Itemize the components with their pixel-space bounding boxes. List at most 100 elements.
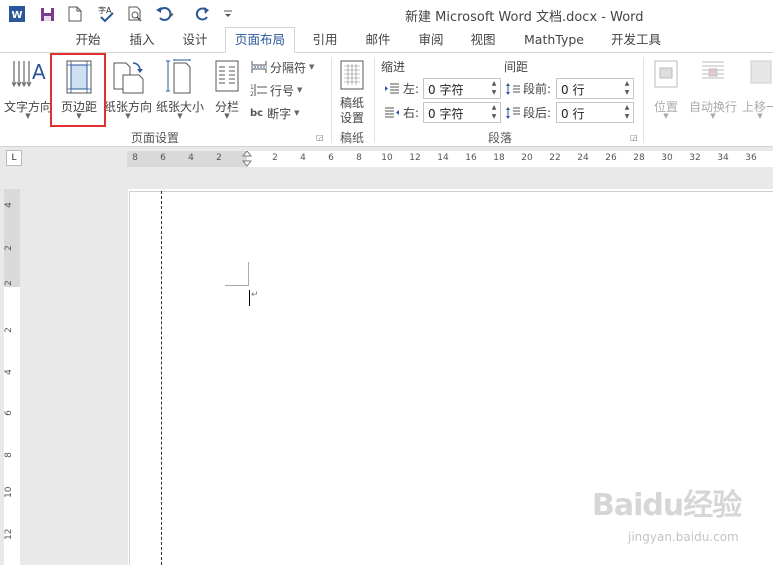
- line-numbers-icon: 12: [250, 84, 267, 97]
- chevron-down-icon: ▼: [294, 109, 300, 117]
- ruler-tick-label: 4: [188, 153, 194, 163]
- tab-developer[interactable]: 开发工具: [603, 28, 669, 52]
- margins-highlight-box: [50, 53, 106, 127]
- save-icon[interactable]: [38, 5, 56, 23]
- tab-page-layout[interactable]: 页面布局: [225, 27, 295, 53]
- ruler-tick-label: 2: [216, 153, 222, 163]
- ruler-tick-label: 14: [437, 153, 449, 163]
- chevron-down-icon: ▼: [297, 86, 303, 94]
- spacing-after-input[interactable]: 0 行 ▲ ▼: [556, 102, 634, 123]
- tab-selector-button[interactable]: L: [6, 150, 22, 166]
- tab-home[interactable]: 开始: [66, 28, 110, 52]
- vruler-tick-label: 2: [4, 280, 14, 286]
- ruler-tick-label: 8: [132, 153, 138, 163]
- text-direction-button[interactable]: A 文字方向 ▼: [4, 57, 52, 127]
- line-numbers-button[interactable]: 12 行号 ▼: [250, 80, 302, 100]
- ruler-tick-label: 4: [300, 153, 306, 163]
- size-button[interactable]: 纸张大小 ▼: [154, 57, 206, 127]
- baidu-watermark-url: jingyan.baidu.com: [628, 530, 739, 544]
- crop-mark: [225, 285, 249, 286]
- indent-right-input[interactable]: 0 字符 ▲ ▼: [423, 102, 501, 123]
- chevron-down-icon: ▼: [757, 112, 763, 120]
- position-button[interactable]: 位置 ▼: [648, 57, 684, 127]
- line-numbers-label: 行号: [270, 83, 295, 98]
- columns-icon: [214, 59, 240, 96]
- redo-icon[interactable]: [194, 5, 212, 23]
- ruler-ticks: [127, 151, 253, 167]
- breaks-label: 分隔符: [270, 60, 307, 75]
- wrap-text-button[interactable]: 自动换行 ▼: [686, 57, 740, 127]
- draft-paper-group-label: 稿纸: [339, 131, 364, 145]
- indent-right-icon: [385, 107, 399, 117]
- ribbon: A 文字方向 ▼ 页边距 ▼ 纸张方向 ▼ 纸张大小 ▼ 分栏 ▼ 分隔符 ▼ …: [0, 53, 773, 147]
- print-preview-icon[interactable]: [126, 5, 144, 23]
- spinner-arrows-icon[interactable]: ▲ ▼: [488, 103, 500, 122]
- spacing-header: 间距: [504, 60, 529, 74]
- hyphenation-button[interactable]: bc 断字 ▼: [250, 103, 300, 123]
- paragraph-mark-icon: ↵: [251, 290, 259, 300]
- spinner-arrows-icon[interactable]: ▲ ▼: [621, 79, 633, 98]
- tab-design[interactable]: 设计: [173, 28, 217, 52]
- ruler-tick-label: 12: [409, 153, 421, 163]
- columns-button[interactable]: 分栏 ▼: [208, 57, 246, 127]
- page-setup-group-label: 页面设置: [130, 131, 179, 145]
- ruler-tick-label: 18: [493, 153, 505, 163]
- breaks-button[interactable]: 分隔符 ▼: [250, 57, 314, 77]
- svg-text:▾: ▾: [170, 11, 174, 19]
- ruler-tick-label: 10: [381, 153, 393, 163]
- page-setup-launcher-icon[interactable]: ◲: [316, 133, 324, 142]
- hyphenation-icon: bc: [250, 107, 264, 119]
- spacing-before-icon: [506, 82, 520, 95]
- word-logo-icon[interactable]: W: [8, 5, 26, 23]
- tab-insert[interactable]: 插入: [120, 28, 164, 52]
- svg-text:A: A: [32, 60, 46, 84]
- paragraph-group-label: 段落: [487, 131, 512, 145]
- column-guide-line: [161, 191, 162, 565]
- vruler-tick-label: 10: [4, 486, 14, 498]
- spacing-before-input[interactable]: 0 行 ▲ ▼: [556, 78, 634, 99]
- horizontal-ruler[interactable]: 8 6 4 2 2 4 6 8 10 12 14 16 18 20 22 24 …: [127, 151, 773, 167]
- ruler-tick-label: 8: [356, 153, 362, 163]
- new-document-icon[interactable]: [66, 5, 84, 23]
- ruler-tick-label: 22: [549, 153, 561, 163]
- ruler-tick-label: 6: [160, 153, 166, 163]
- spacing-before-label: 段前:: [505, 80, 551, 97]
- ruler-tick-label: 26: [605, 153, 617, 163]
- draft-paper-button[interactable]: 稿纸 设置: [334, 57, 370, 127]
- ruler-tick-label: 36: [745, 153, 757, 163]
- chevron-down-icon: ▼: [309, 63, 315, 71]
- indent-left-input[interactable]: 0 字符 ▲ ▼: [423, 78, 501, 99]
- tab-references[interactable]: 引用: [303, 28, 347, 52]
- spinner-arrows-icon[interactable]: ▲ ▼: [488, 79, 500, 98]
- window-title: 新建 Microsoft Word 文档.docx - Word: [405, 10, 644, 25]
- customize-qat-icon[interactable]: [222, 5, 234, 23]
- position-icon: [653, 59, 679, 92]
- spacing-after-label: 段后:: [505, 104, 551, 121]
- vruler-tick-label: 2: [4, 245, 14, 251]
- vruler-tick-label: 4: [4, 202, 14, 208]
- orientation-button[interactable]: 纸张方向 ▼: [102, 57, 154, 127]
- ruler-tick-label: 34: [717, 153, 729, 163]
- spinner-arrows-icon[interactable]: ▲ ▼: [621, 103, 633, 122]
- group-separator: [374, 57, 375, 143]
- undo-icon[interactable]: ▾: [154, 5, 176, 23]
- vruler-tick-label: 12: [4, 528, 14, 540]
- ruler-tick-label: 16: [465, 153, 477, 163]
- spelling-check-icon[interactable]: 字A: [96, 5, 118, 23]
- chevron-down-icon: ▼: [710, 112, 716, 120]
- ruler-tick-label: 32: [689, 153, 701, 163]
- indent-right-label: 右:: [384, 104, 419, 121]
- draft-paper-icon: [339, 59, 365, 94]
- svg-text:2: 2: [250, 91, 254, 97]
- paragraph-launcher-icon[interactable]: ◲: [630, 133, 638, 142]
- chevron-down-icon: ▼: [663, 112, 669, 120]
- ribbon-tabs: 开始 插入 设计 页面布局 引用 邮件 审阅 视图 MathType 开发工具: [0, 27, 773, 53]
- indent-header: 缩进: [381, 60, 406, 74]
- tab-mathtype[interactable]: MathType: [518, 28, 590, 52]
- vruler-tick-label: 8: [4, 452, 14, 458]
- tab-review[interactable]: 审阅: [409, 28, 453, 52]
- tab-view[interactable]: 视图: [461, 28, 505, 52]
- orientation-icon: [111, 59, 145, 98]
- bring-forward-button[interactable]: 上移一 ▼: [740, 57, 773, 127]
- tab-mailings[interactable]: 邮件: [356, 28, 400, 52]
